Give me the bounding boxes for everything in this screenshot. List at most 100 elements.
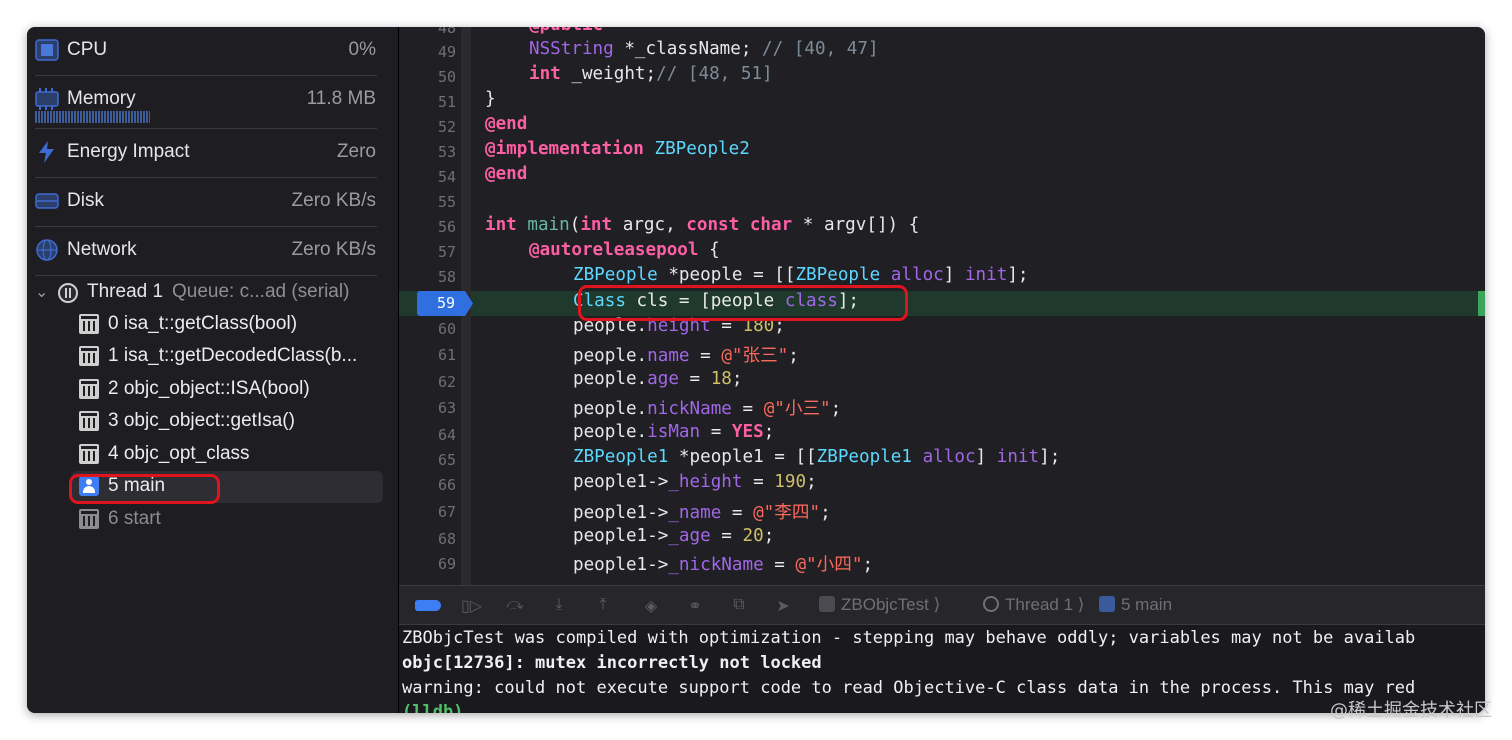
code-line: people.nickName = @"小三";	[573, 395, 841, 420]
step-out-icon[interactable]: ⤒	[593, 596, 613, 614]
code-token: @"小四"	[795, 555, 863, 575]
continue-icon[interactable]: ▯▷	[461, 596, 482, 615]
code-token: @"小三"	[763, 399, 831, 419]
code-token: =	[721, 503, 754, 523]
code-token: _weight;	[560, 64, 657, 84]
stack-frame[interactable]: 1 isa_t::getDecodedClass(b...	[27, 341, 398, 373]
divider	[35, 275, 377, 276]
code-line: people1->_name = @"李四";	[573, 499, 831, 524]
code-token: ];	[1039, 447, 1061, 467]
code-token: class	[784, 291, 838, 311]
view-hierarchy-icon[interactable]: ◈	[641, 596, 661, 615]
library-icon	[79, 314, 99, 334]
breakpoint-flag[interactable]: 59	[417, 291, 473, 316]
stack-frame[interactable]: 0 isa_t::getClass(bool)	[27, 309, 398, 341]
code-token: ;	[774, 316, 785, 336]
line-number: 52	[437, 118, 456, 136]
line-number: 65	[437, 451, 456, 469]
debug-navigator: CPU 0% Memory 11.8 MB Energy Impact Zero	[27, 27, 398, 713]
line-number: 48	[437, 27, 456, 37]
code-token: =	[731, 399, 764, 419]
code-token: ];	[1007, 265, 1029, 285]
code-token: _name	[668, 503, 722, 523]
line-number: 56	[437, 218, 456, 236]
code-token: * argv[]) {	[792, 215, 920, 235]
code-line: people.age = 18;	[573, 369, 743, 389]
stack-frame-selected[interactable]: 5 main	[71, 471, 383, 503]
stack-frame[interactable]: 2 objc_object::ISA(bool)	[27, 374, 398, 406]
breadcrumb-thread[interactable]: Thread 1 ⟩	[983, 595, 1084, 615]
code-token: argc,	[612, 215, 687, 235]
code-token: YES	[731, 422, 764, 442]
frame-label: 2 objc_object::ISA(bool)	[108, 378, 310, 399]
code-line: ZBPeople *people = [[ZBPeople alloc] ini…	[573, 265, 1029, 285]
code-line: @end	[485, 164, 527, 184]
line-number: 67	[437, 503, 456, 521]
code-token: people.	[573, 422, 648, 442]
code-token: =	[700, 422, 732, 442]
code-line: @end	[485, 114, 527, 134]
source-editor[interactable]: 48 49 50 51 52 53 54 55 56 57 58 60 61 6…	[399, 27, 1485, 585]
code-token: init	[996, 447, 1040, 467]
chevron-down-icon[interactable]: ⌄	[35, 282, 48, 302]
gauge-disk[interactable]: Disk Zero KB/s	[27, 178, 398, 226]
code-token: ];	[837, 291, 860, 311]
console-prompt[interactable]: (lldb)	[402, 702, 463, 713]
code-token: Class	[573, 291, 626, 311]
console-line: objc[12736]: mutex incorrectly not locke…	[402, 653, 822, 673]
code-comment: // [40, 47]	[762, 39, 879, 59]
gauge-network[interactable]: Network Zero KB/s	[27, 227, 398, 275]
code-token: ;	[731, 369, 743, 389]
gauge-label: CPU	[67, 39, 108, 60]
breadcrumb-frame[interactable]: 5 main	[1099, 595, 1172, 615]
line-number: 49	[437, 43, 456, 61]
frame-label: 1 isa_t::getDecodedClass(b...	[108, 345, 358, 366]
code-token: =	[742, 472, 775, 492]
debug-console[interactable]: ZBObjcTest was compiled with optimizatio…	[399, 625, 1485, 713]
simulate-location-icon[interactable]: ➤	[773, 596, 793, 615]
code-line: NSString *_className; // [40, 47]	[529, 39, 879, 59]
gauge-label: Disk	[67, 190, 104, 211]
code-token: ;	[788, 346, 799, 366]
gauge-label: Network	[67, 239, 137, 260]
stack-frame[interactable]: 3 objc_object::getIsa()	[27, 406, 398, 438]
gauge-energy[interactable]: Energy Impact Zero	[27, 129, 398, 177]
watermark: @稀土掘金技术社区	[1330, 700, 1492, 721]
breadcrumb-label: ZBObjcTest	[841, 595, 929, 614]
stack-frame[interactable]: 6 start	[27, 504, 398, 536]
code-line: people1->_height = 190;	[573, 472, 817, 492]
code-token: @"李四"	[753, 503, 821, 523]
step-over-icon[interactable]: ⤼	[505, 596, 525, 614]
code-token: people.	[573, 399, 648, 419]
code-token: *_className;	[613, 39, 763, 59]
stack-frame[interactable]: 4 objc_opt_class	[27, 439, 398, 471]
environment-overrides-icon[interactable]: ⧉	[729, 596, 749, 614]
step-into-icon[interactable]: ⤓	[549, 596, 569, 614]
code-token: nickName	[647, 399, 732, 419]
code-token: ;	[806, 472, 817, 492]
breadcrumb-target[interactable]: ZBObjcTest ⟩	[819, 595, 940, 615]
code-token: 20	[742, 526, 764, 546]
code-token: isMan	[647, 422, 701, 442]
code-token: @end	[485, 164, 528, 184]
xcode-window: CPU 0% Memory 11.8 MB Energy Impact Zero	[27, 27, 1485, 713]
code-token: ;	[830, 399, 842, 419]
code-line: ZBPeople1 *people1 = [[ZBPeople1 alloc] …	[573, 447, 1060, 467]
code-line: people.height = 180;	[573, 316, 785, 336]
gauge-cpu[interactable]: CPU 0%	[27, 27, 398, 75]
breakpoints-toggle-icon[interactable]	[415, 600, 441, 611]
code-token: ;	[820, 503, 831, 523]
gauge-memory[interactable]: Memory 11.8 MB	[27, 76, 398, 124]
code-token: =	[763, 555, 796, 575]
code-line: int main(int argc, const char * argv[]) …	[485, 215, 919, 235]
thread-row[interactable]: ⌄ Thread 1 Queue: c...ad (serial)	[27, 281, 398, 307]
code-token: people1->	[573, 472, 669, 492]
line-number: 53	[437, 143, 456, 161]
line-number: 61	[437, 346, 456, 364]
code-token: *people1 = [[	[668, 447, 817, 467]
memory-graph-icon[interactable]: ⚭	[685, 596, 705, 615]
code-token: *people = [[	[657, 265, 796, 285]
code-token: height	[647, 316, 711, 336]
code-token: @"张三"	[721, 346, 789, 366]
code-token: @end	[485, 114, 528, 134]
